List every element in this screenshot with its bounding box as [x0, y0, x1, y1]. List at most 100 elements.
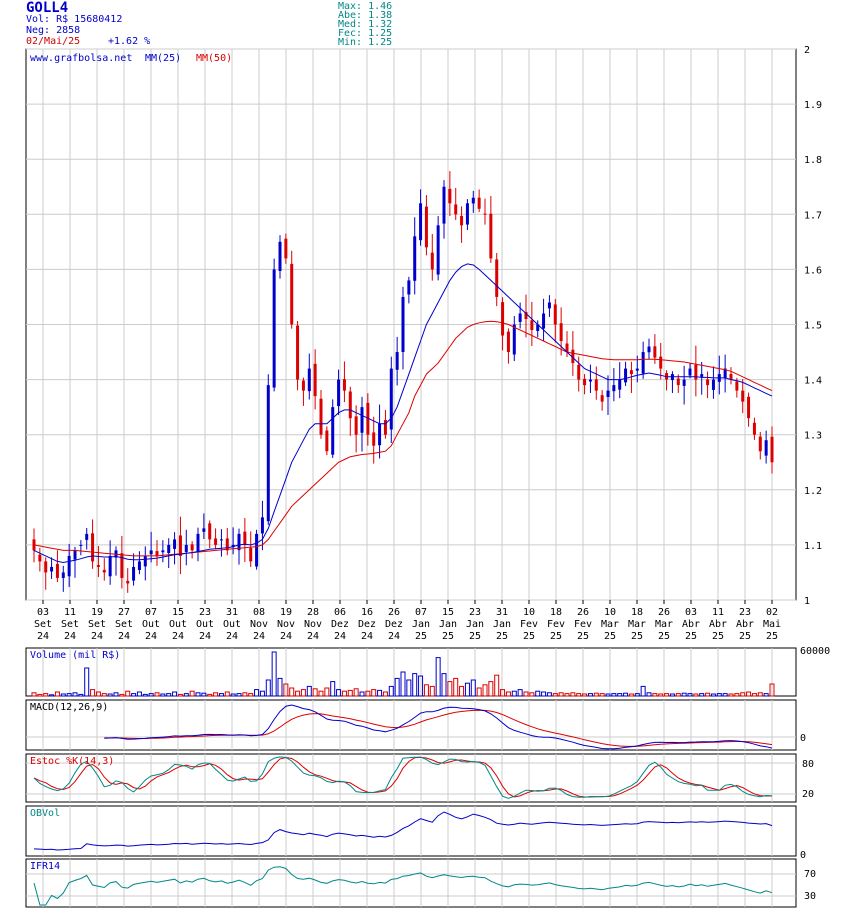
candle-body	[196, 533, 200, 552]
candle-body	[659, 356, 663, 369]
candle-body	[477, 197, 481, 209]
candle-body	[741, 390, 745, 402]
candle-body	[301, 380, 305, 391]
candle-body	[600, 395, 604, 402]
candle-body	[752, 422, 756, 435]
x-tick-label-20-2: 25	[577, 631, 589, 642]
x-tick-label-4-1: Out	[142, 619, 160, 630]
x-tick-label-17-2: 25	[496, 631, 508, 642]
x-tick-label-21-1: Mar	[601, 619, 619, 630]
candle-body	[700, 374, 704, 377]
candle-body	[290, 263, 294, 325]
candle-body	[430, 252, 434, 270]
stochastic-tick-80: 80	[802, 759, 814, 770]
candle-body	[501, 302, 505, 336]
candle-body	[489, 213, 493, 259]
candle-body	[407, 280, 411, 295]
candle-body	[372, 432, 376, 446]
candle-body	[167, 544, 171, 554]
candle-body	[44, 561, 48, 573]
x-tick-label-12-0: 16	[361, 607, 373, 618]
volume-tick-60000: 60000	[800, 646, 830, 657]
candle-body	[530, 320, 534, 331]
candle-body	[378, 423, 382, 446]
candle-body	[706, 379, 710, 386]
candle-body	[337, 379, 341, 407]
x-tick-label-13-1: Dez	[385, 619, 403, 630]
x-tick-label-18-1: Fev	[520, 619, 538, 630]
candle-body	[547, 302, 551, 309]
x-tick-label-22-2: 25	[631, 631, 643, 642]
candle-body	[214, 538, 218, 545]
price-y-tick-1: 1.1	[804, 541, 822, 552]
candle-body	[583, 378, 587, 386]
candle-body	[682, 379, 686, 386]
x-tick-label-11-0: 06	[334, 607, 346, 618]
candle-body	[471, 197, 475, 204]
x-tick-label-7-2: 24	[226, 631, 238, 642]
x-tick-label-14-2: 25	[415, 631, 427, 642]
x-tick-label-16-0: 23	[469, 607, 481, 618]
x-tick-label-24-2: 25	[685, 631, 697, 642]
x-tick-label-15-0: 15	[442, 607, 454, 618]
x-tick-label-7-0: 31	[226, 607, 238, 618]
x-tick-label-18-0: 10	[523, 607, 535, 618]
candle-body	[249, 547, 253, 562]
candle-body	[711, 379, 715, 390]
x-tick-label-22-0: 18	[631, 607, 643, 618]
candle-body	[442, 186, 446, 224]
price-y-tick-10: 2	[804, 45, 810, 56]
candle-body	[460, 216, 464, 226]
x-tick-label-23-1: Mar	[655, 619, 673, 630]
x-tick-label-8-0: 08	[253, 607, 265, 618]
candle-body	[266, 385, 270, 522]
candle-body	[747, 396, 751, 419]
x-tick-label-2-0: 19	[91, 607, 103, 618]
candle-body	[219, 539, 223, 541]
x-tick-label-24-0: 03	[685, 607, 697, 618]
x-tick-label-17-1: Jan	[493, 619, 511, 630]
x-tick-label-20-1: Fev	[574, 619, 592, 630]
x-tick-label-3-1: Set	[115, 619, 133, 630]
candle-body	[542, 313, 546, 329]
candle-body	[161, 550, 165, 553]
candle-body	[653, 346, 657, 358]
candle-body	[594, 379, 598, 391]
candle-body	[618, 379, 622, 390]
x-tick-label-5-0: 15	[172, 607, 184, 618]
ma25-legend: MM(25)	[145, 53, 181, 64]
x-tick-label-1-1: Set	[61, 619, 79, 630]
candle-body	[143, 555, 147, 567]
x-tick-label-24-1: Abr	[682, 619, 700, 630]
candle-body	[50, 566, 54, 572]
candle-body	[319, 398, 323, 435]
candle-body	[55, 563, 59, 578]
candle-body	[149, 550, 153, 555]
candle-body	[137, 561, 141, 570]
candle-body	[255, 533, 259, 567]
candle-body	[629, 370, 633, 375]
candle-body	[67, 555, 71, 577]
obv-tick-0: 0	[800, 850, 806, 861]
candle-body	[518, 313, 522, 322]
price-y-tick-8: 1.8	[804, 155, 822, 166]
x-tick-label-27-1: Mai	[763, 619, 781, 630]
x-tick-label-6-0: 23	[199, 607, 211, 618]
candle-body	[296, 325, 300, 380]
x-tick-label-8-1: Nov	[250, 619, 268, 630]
candle-body	[284, 238, 288, 259]
x-tick-label-9-2: 24	[280, 631, 292, 642]
x-tick-label-10-1: Nov	[304, 619, 322, 630]
x-tick-label-11-2: 24	[334, 631, 346, 642]
x-tick-label-11-1: Dez	[331, 619, 349, 630]
candle-body	[61, 572, 65, 578]
candle-body	[331, 407, 335, 455]
ma50-legend: MM(50)	[196, 53, 232, 64]
candle-body	[389, 368, 393, 430]
x-tick-label-20-0: 26	[577, 607, 589, 618]
candle-body	[506, 331, 510, 353]
x-tick-label-22-1: Mar	[628, 619, 646, 630]
x-tick-label-19-1: Fev	[547, 619, 565, 630]
x-tick-label-3-0: 27	[118, 607, 130, 618]
candle-body	[79, 544, 83, 546]
